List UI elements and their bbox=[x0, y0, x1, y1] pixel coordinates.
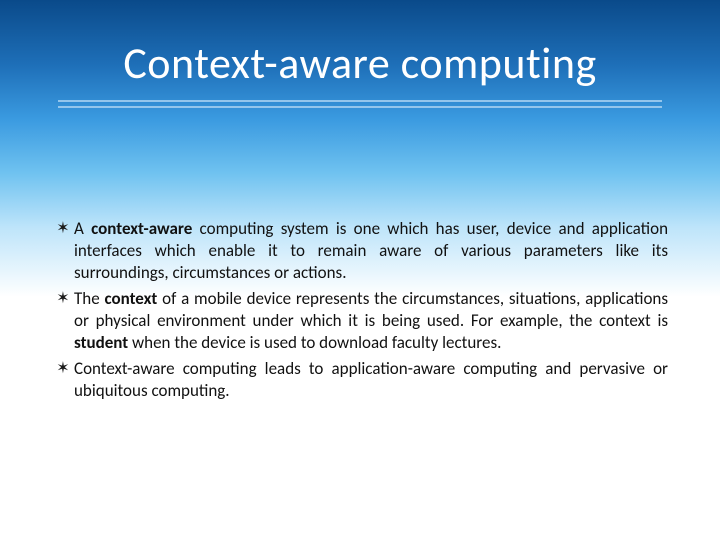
text-span: when the device is used to download facu… bbox=[128, 332, 501, 353]
slide-title: Context-aware computing bbox=[123, 36, 596, 90]
title-underline bbox=[58, 100, 662, 108]
bullet-item: ✶ Context-aware computing leads to appli… bbox=[52, 358, 668, 402]
text-span: of a mobile device represents the circum… bbox=[74, 288, 668, 331]
bold-span: context-aware bbox=[91, 218, 192, 239]
text-span: Context-aware computing leads to applica… bbox=[74, 358, 668, 401]
bullet-item: ✶ A context-aware computing system is on… bbox=[52, 218, 668, 284]
bullet-text: The context of a mobile device represent… bbox=[74, 288, 668, 354]
content-area: ✶ A context-aware computing system is on… bbox=[52, 218, 668, 406]
bullet-text: A context-aware computing system is one … bbox=[74, 218, 668, 284]
title-block: Context-aware computing bbox=[0, 0, 720, 108]
bullet-marker-icon: ✶ bbox=[52, 358, 74, 380]
bold-span: student bbox=[74, 332, 128, 353]
bullet-item: ✶ The context of a mobile device represe… bbox=[52, 288, 668, 354]
bullet-marker-icon: ✶ bbox=[52, 288, 74, 310]
text-span: A bbox=[74, 218, 91, 239]
text-span: The bbox=[74, 288, 104, 309]
bullet-marker-icon: ✶ bbox=[52, 218, 74, 240]
bold-span: context bbox=[104, 288, 157, 309]
slide: Context-aware computing ✶ A context-awar… bbox=[0, 0, 720, 540]
bullet-text: Context-aware computing leads to applica… bbox=[74, 358, 668, 402]
